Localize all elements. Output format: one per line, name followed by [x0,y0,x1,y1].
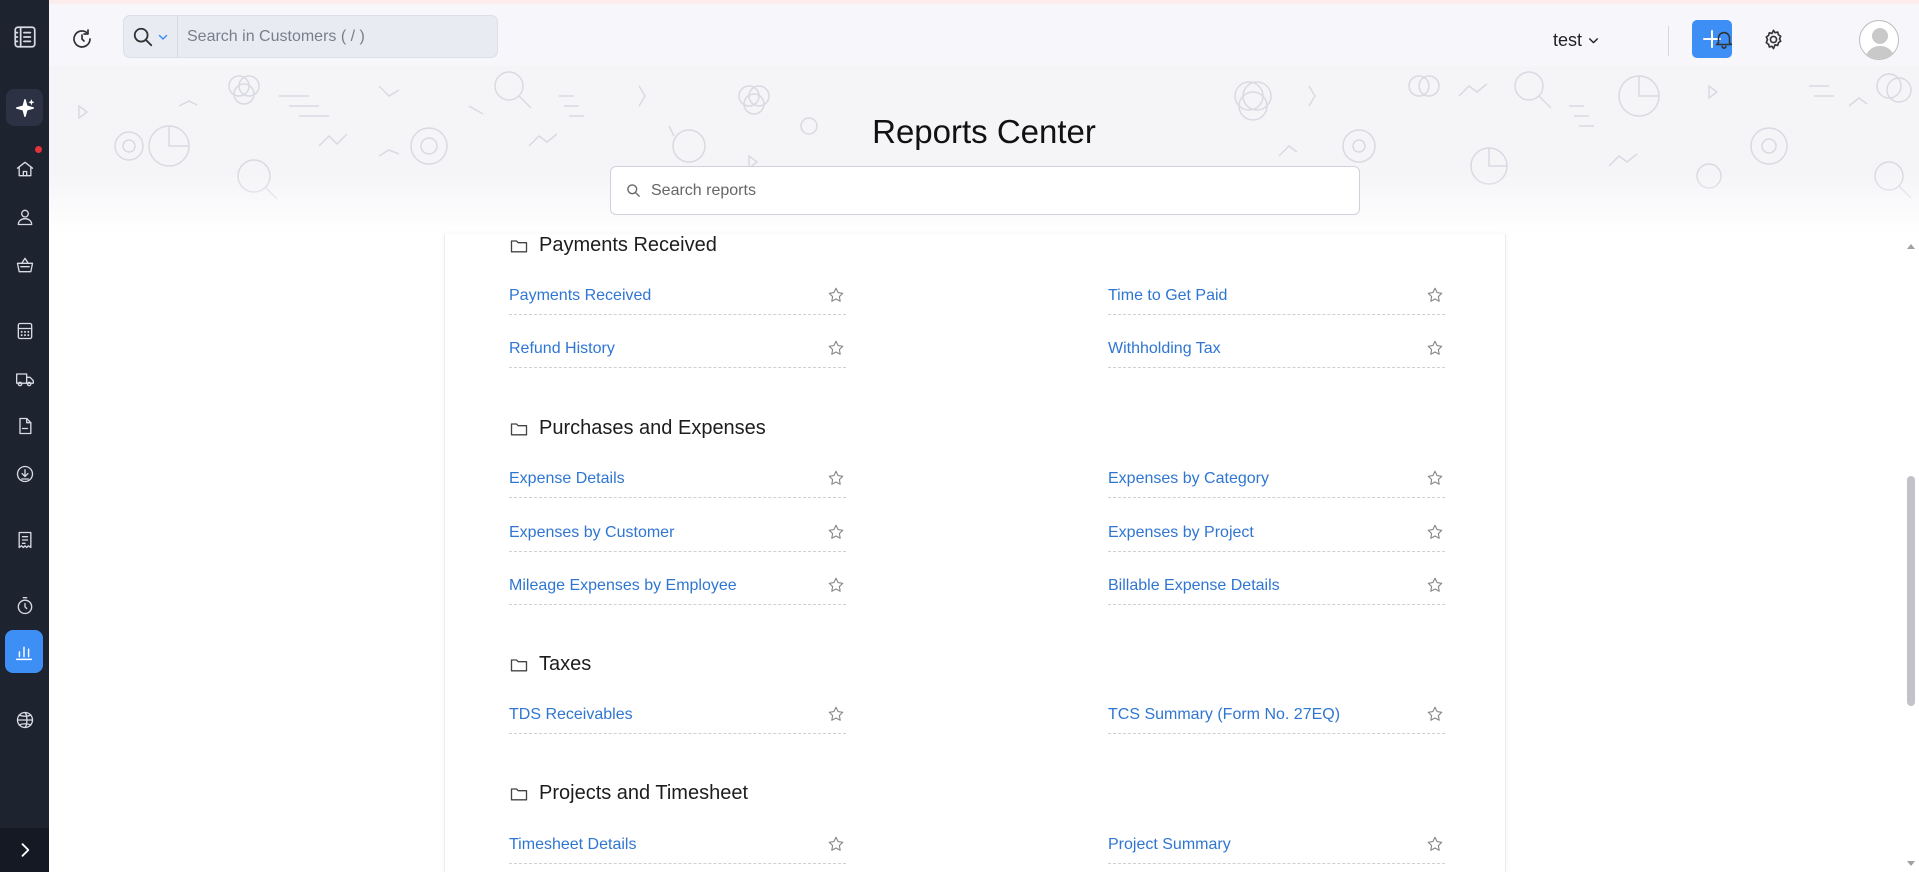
report-link[interactable]: Withholding Tax [1108,340,1221,358]
category-purchases-and-expenses: Purchases and Expenses [509,417,766,440]
chevron-down-icon [1589,38,1599,44]
favorite-star-icon[interactable] [826,285,846,305]
receipt-icon[interactable] [6,521,43,558]
report-item[interactable]: Expenses by Category [1108,462,1445,498]
notification-dot [34,145,43,154]
favorite-star-icon[interactable] [826,834,846,854]
folder-icon [510,787,528,800]
category-payments-received: Payments Received [509,234,717,257]
report-item[interactable]: Expenses by Project [1108,516,1445,552]
settings-gear-icon[interactable] [1758,24,1788,54]
category-title: Taxes [539,653,592,675]
report-link[interactable]: Project Summary [1108,836,1231,854]
calculator-icon[interactable] [6,312,43,349]
scroll-up-arrow-icon[interactable] [1903,240,1919,252]
category-title: Projects and Timesheet [539,782,748,804]
page-scrollbar[interactable] [1903,234,1919,872]
organization-name: test [1553,30,1583,50]
search-icon [133,27,153,46]
favorite-star-icon[interactable] [1425,338,1445,358]
home-icon[interactable] [6,150,43,187]
reports-banner: Reports Center [49,66,1919,234]
folder-icon [510,422,528,435]
document-icon[interactable] [6,407,43,444]
global-search-input[interactable] [178,27,478,46]
report-item[interactable]: TCS Summary (Form No. 27EQ) [1108,698,1445,734]
top-bar: test [49,0,1919,66]
report-search-input[interactable] [651,181,1331,200]
favorite-star-icon[interactable] [1425,468,1445,488]
divider [1668,26,1669,56]
chevron-down-icon [158,34,168,40]
person-icon[interactable] [6,198,43,235]
category-projects-and-timesheet: Projects and Timesheet [509,782,748,805]
search-icon [627,184,640,197]
category-title: Payments Received [539,234,717,256]
organization-switcher[interactable]: test [1553,30,1600,51]
chevron-right-icon [21,843,29,857]
stopwatch-icon[interactable] [6,587,43,624]
report-item[interactable]: Expenses by Customer [509,516,846,552]
report-item[interactable]: Expense Details [509,462,846,498]
report-link[interactable]: Expenses by Project [1108,524,1254,542]
favorite-star-icon[interactable] [826,704,846,724]
folder-icon [510,658,528,671]
favorite-star-icon[interactable] [826,522,846,542]
search-scope-dropdown[interactable] [124,16,178,57]
report-item[interactable]: Payments Received [509,279,846,315]
report-link[interactable]: Expense Details [509,470,625,488]
sidebar-expand-button[interactable] [0,828,49,872]
sparkle-ai-icon[interactable] [6,89,43,126]
report-link[interactable]: Billable Expense Details [1108,577,1280,595]
refresh-icon[interactable] [69,26,95,52]
reports-list: Payments Received Payments Received Time… [444,234,1506,872]
report-item[interactable]: Refund History [509,332,846,368]
favorite-star-icon[interactable] [826,575,846,595]
report-link[interactable]: Refund History [509,340,615,358]
shopping-basket-icon[interactable] [6,246,43,283]
truck-icon[interactable] [6,360,43,397]
sidebar [0,0,49,872]
report-item[interactable]: Timesheet Details [509,828,846,864]
global-search-box[interactable] [123,15,498,58]
folder-icon [510,239,528,252]
report-item[interactable]: TDS Receivables [509,698,846,734]
report-link[interactable]: Expenses by Customer [509,524,674,542]
scroll-down-arrow-icon[interactable] [1903,858,1919,870]
favorite-star-icon[interactable] [1425,834,1445,854]
report-item[interactable]: Time to Get Paid [1108,279,1445,315]
download-circle-icon[interactable] [6,455,43,492]
user-placeholder-icon [1865,28,1895,59]
favorite-star-icon[interactable] [826,468,846,488]
page-title: Reports Center [872,113,1096,150]
report-item[interactable]: Withholding Tax [1108,332,1445,368]
report-item[interactable]: Billable Expense Details [1108,569,1445,605]
report-link[interactable]: Mileage Expenses by Employee [509,577,737,595]
scrollbar-thumb[interactable] [1907,476,1915,706]
category-title: Purchases and Expenses [539,417,766,439]
report-link[interactable]: TDS Receivables [509,706,633,724]
report-link[interactable]: TCS Summary (Form No. 27EQ) [1108,706,1340,724]
notifications-bell-icon[interactable] [1709,24,1739,54]
favorite-star-icon[interactable] [826,338,846,358]
category-taxes: Taxes [509,653,591,676]
report-search-box[interactable] [610,166,1360,215]
report-link[interactable]: Time to Get Paid [1108,287,1227,305]
globe-icon[interactable] [6,701,43,738]
bar-chart-icon[interactable] [5,630,43,673]
report-link[interactable]: Payments Received [509,287,651,305]
favorite-star-icon[interactable] [1425,575,1445,595]
report-item[interactable]: Project Summary [1108,828,1445,864]
favorite-star-icon[interactable] [1425,522,1445,542]
favorite-star-icon[interactable] [1425,704,1445,724]
report-item[interactable]: Mileage Expenses by Employee [509,569,846,605]
report-link[interactable]: Expenses by Category [1108,470,1269,488]
report-link[interactable]: Timesheet Details [509,836,636,854]
favorite-star-icon[interactable] [1425,285,1445,305]
user-avatar[interactable] [1859,20,1899,60]
workspace-icon[interactable] [6,18,43,55]
